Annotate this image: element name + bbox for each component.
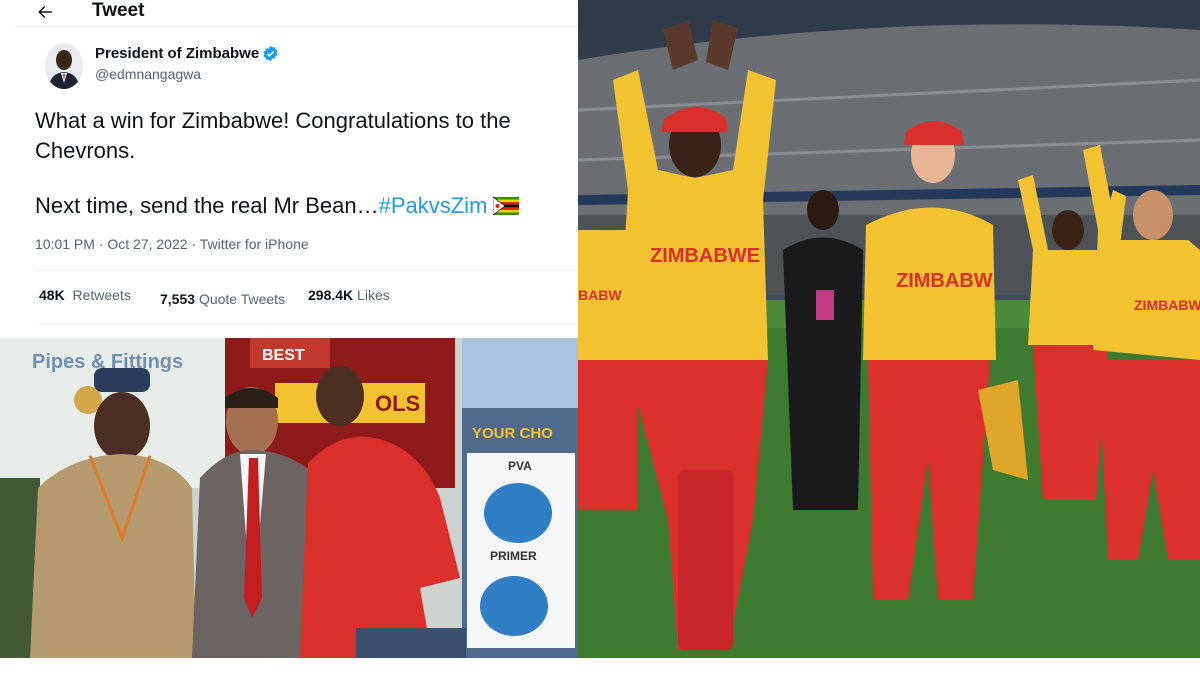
quote-tweets-label: Quote Tweets	[198, 291, 286, 307]
tweet-text-line: Chevrons.	[35, 138, 136, 163]
retweets-stat[interactable]: 48K Retweets	[39, 287, 131, 303]
author-name[interactable]: President of Zimbabwe	[95, 45, 259, 62]
zimbabwe-flag-icon	[493, 197, 520, 215]
photo-zimbabwe-team-image: BABWE ZIMBABWE ZIMBABW ZIMBABWE	[578, 0, 1200, 658]
divider	[35, 323, 578, 324]
divider	[14, 26, 578, 27]
likes-label: Likes	[357, 287, 390, 303]
jersey-text-right: ZIMBABWE	[1134, 297, 1200, 313]
jersey-text-front: ZIMBABWE	[650, 245, 760, 267]
tweet-text-line: Next time, send the real Mr Bean…	[35, 193, 379, 218]
tweet-timestamp[interactable]: 10:01 PM · Oct 27, 2022 · Twitter for iP…	[35, 236, 309, 252]
likes-stat[interactable]: 298.4K Likes	[308, 287, 390, 303]
tweet-text-line: What a win for Zimbabwe! Congratulations…	[35, 108, 511, 133]
retweets-count: 48K	[39, 287, 65, 303]
avatar[interactable]	[45, 43, 83, 89]
jersey-text-center: ZIMBABW	[896, 270, 993, 292]
tweet-text-paragraph: Next time, send the real Mr Bean…#PakvsZ…	[35, 191, 565, 221]
likes-count: 298.4K	[308, 287, 354, 303]
tweet-text: What a win for Zimbabwe! Congratulations…	[35, 106, 565, 221]
tweet-panel: Tweet President of Zimbabwe @edmnangagwa…	[0, 0, 578, 338]
arrow-left-icon[interactable]	[36, 3, 54, 21]
sign-your-choice-text: YOUR CHO	[472, 425, 553, 442]
verified-badge-icon	[263, 45, 278, 62]
sign-tools-text: OLS	[375, 391, 420, 416]
photo-zimbabwe-team: BABWE ZIMBABWE ZIMBABW ZIMBABWE	[578, 0, 1200, 658]
photo-lookalike-shop-image: Pipes & Fittings BEST OLS YOUR CHO PVA P…	[0, 338, 578, 658]
photo-lookalike-shop: Pipes & Fittings BEST OLS YOUR CHO PVA P…	[0, 338, 578, 658]
retweets-label: Retweets	[72, 287, 131, 303]
sign-best-text: BEST	[262, 347, 305, 364]
divider	[35, 270, 578, 271]
tweet-header: Tweet	[0, 0, 578, 26]
quote-tweets-stat[interactable]: 7,553 Quote Tweets	[160, 291, 285, 307]
sign-primer-text: PRIMER	[490, 549, 537, 563]
author-handle[interactable]: @edmnangagwa	[95, 66, 201, 82]
page-title: Tweet	[92, 0, 145, 21]
hashtag-link[interactable]: #PakvsZim	[379, 193, 488, 218]
quote-tweets-count: 7,553	[160, 291, 196, 307]
sign-pva-text: PVA	[508, 459, 532, 473]
